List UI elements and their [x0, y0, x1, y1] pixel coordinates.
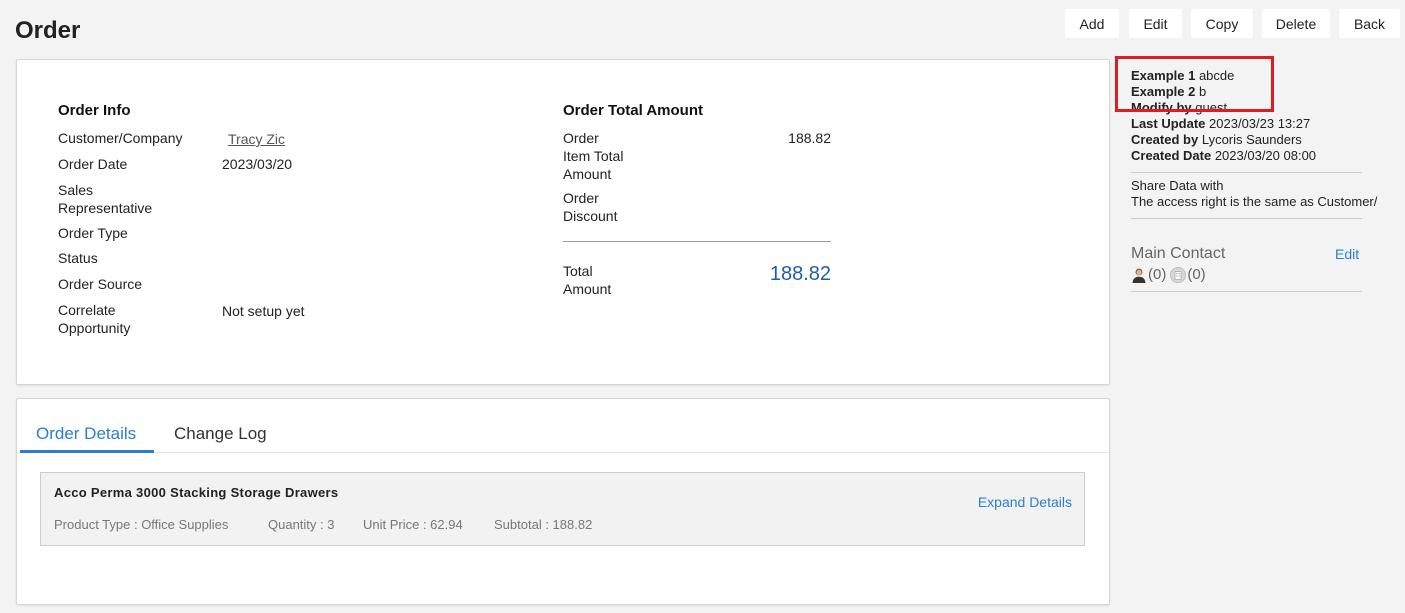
item-subtotal: Subtotal : 188.82	[494, 517, 593, 532]
edit-button[interactable]: Edit	[1129, 9, 1182, 38]
copy-button[interactable]: Copy	[1191, 9, 1253, 38]
sidebar-divider	[1131, 291, 1362, 292]
sidebar-divider	[1131, 218, 1362, 219]
order-item: Acco Perma 3000 Stacking Storage Drawers…	[40, 472, 1085, 546]
item-name: Acco Perma 3000 Stacking Storage Drawers	[54, 485, 339, 500]
contact-counts: (0) (0)	[1131, 266, 1206, 283]
person-count: (0)	[1148, 266, 1167, 283]
order-source-label: Order Source	[58, 276, 143, 292]
order-info-title: Order Info	[58, 102, 131, 119]
sales-rep-label: Sales Representative	[58, 182, 153, 216]
customer-label: Customer/Company	[58, 130, 183, 146]
item-product-type: Product Type : Office Supplies	[54, 517, 229, 532]
item-unit-price: Unit Price : 62.94	[363, 517, 463, 532]
order-date-label: Order Date	[58, 156, 128, 172]
opportunity-label: Correlate Opportunity	[58, 302, 131, 336]
company-count: (0)	[1187, 266, 1206, 283]
order-info-card: Order Info Customer/Company Tracy Zic Or…	[16, 59, 1110, 385]
back-button[interactable]: Back	[1339, 9, 1400, 38]
last-update-field: Last Update 2023/03/23 13:27	[1131, 116, 1311, 131]
item-quantity: Quantity : 3	[268, 517, 335, 532]
created-by-field: Created by Lycoris Saunders	[1131, 132, 1302, 147]
sidebar-divider	[1131, 172, 1362, 173]
share-data-label: Share Data with	[1131, 178, 1224, 193]
company-icon[interactable]	[1170, 266, 1187, 283]
item-total-value: 188.82	[788, 130, 831, 146]
tab-baseline	[20, 452, 1109, 453]
order-type-label: Order Type	[58, 225, 128, 241]
delete-button[interactable]: Delete	[1262, 9, 1330, 38]
total-divider	[563, 241, 831, 242]
expand-details-link[interactable]: Expand Details	[978, 494, 1072, 510]
person-icon[interactable]	[1131, 267, 1147, 283]
tab-change-log[interactable]: Change Log	[174, 424, 267, 444]
order-date-value: 2023/03/20	[222, 156, 293, 172]
total-amount-value: 188.82	[769, 263, 831, 285]
status-label: Status	[58, 250, 98, 266]
discount-label: Order Discount	[563, 190, 618, 224]
page-title: Order	[15, 17, 81, 44]
tab-order-details[interactable]: Order Details	[36, 424, 136, 444]
opportunity-value: Not setup yet	[222, 303, 305, 319]
share-data-value: The access right is the same as Customer…	[1131, 194, 1378, 209]
main-contact-edit-link[interactable]: Edit	[1335, 246, 1359, 262]
main-contact-title: Main Contact	[1131, 245, 1226, 262]
created-date-field: Created Date 2023/03/20 08:00	[1131, 148, 1317, 163]
active-tab-indicator	[20, 450, 154, 453]
total-amount-label: Total Amount	[563, 263, 612, 297]
order-total-title: Order Total Amount	[563, 102, 703, 119]
add-button[interactable]: Add	[1065, 9, 1119, 38]
item-total-label: Order Item Total Amount	[563, 130, 624, 182]
highlight-annotation	[1115, 56, 1274, 112]
order-tabs-card: Order Details Change Log Acco Perma 3000…	[16, 398, 1110, 605]
customer-link[interactable]: Tracy Zic	[228, 130, 285, 148]
